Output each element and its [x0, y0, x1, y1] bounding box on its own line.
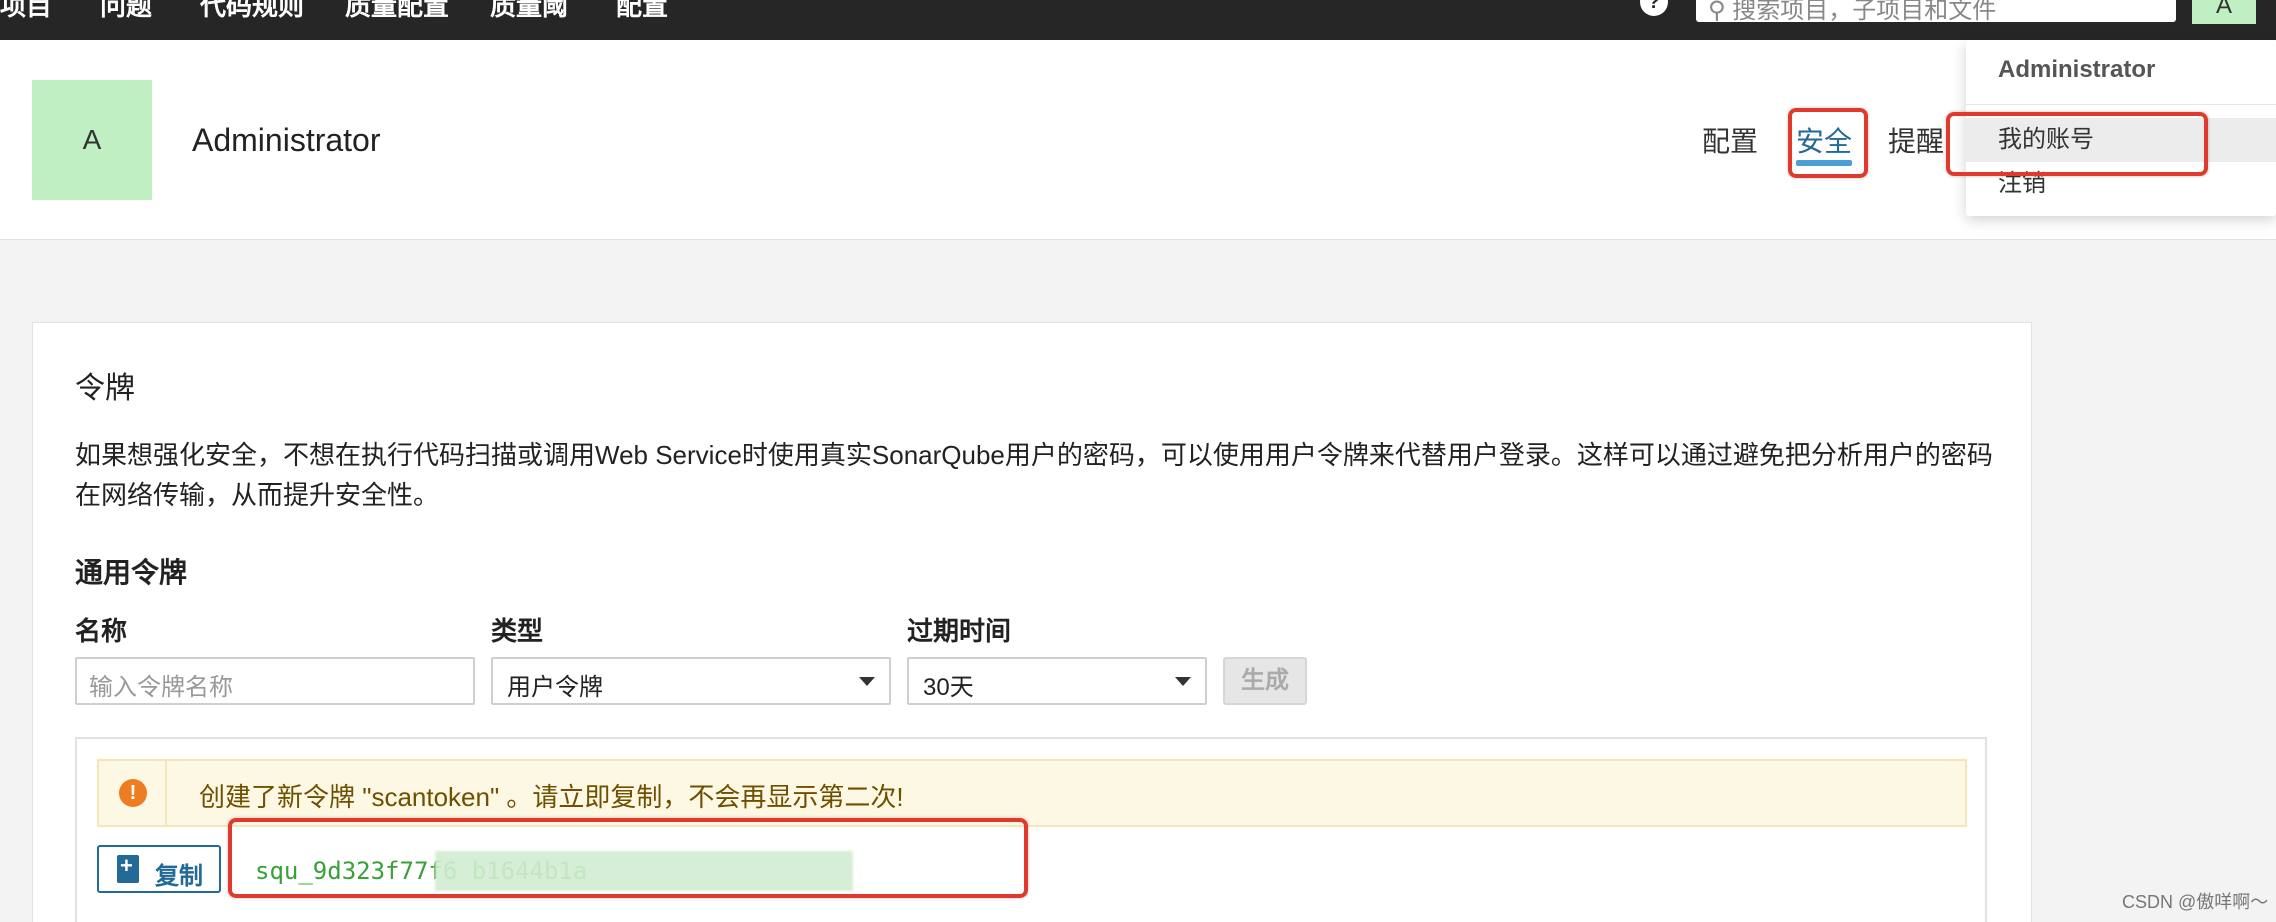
- chevron-down-icon: [859, 677, 875, 686]
- alert-message: 创建了新令牌 "scantoken" 。请立即复制，不会再显示第二次!: [199, 782, 904, 812]
- generate-button[interactable]: 生成: [1223, 657, 1307, 705]
- highlight-token-value: [228, 818, 1028, 898]
- expiry-label: 过期时间: [907, 616, 1012, 646]
- nav-item-projects[interactable]: 项目: [0, 0, 52, 23]
- new-token-alert: ! 创建了新令牌 "scantoken" 。请立即复制，不会再显示第二次!: [97, 759, 1967, 827]
- highlight-my-account: [1946, 112, 2208, 176]
- tab-notifications[interactable]: 提醒: [1888, 120, 1944, 160]
- warning-icon: !: [119, 779, 147, 807]
- type-label: 类型: [491, 616, 544, 646]
- copy-button[interactable]: 复制: [97, 845, 221, 893]
- search-placeholder: 搜索项目，子项目和文件: [1732, 0, 1997, 22]
- card-title: 令牌: [75, 372, 135, 405]
- global-search-input[interactable]: ⚲ 搜索项目，子项目和文件: [1696, 0, 2176, 22]
- nav-item-administration[interactable]: 配置: [616, 0, 668, 23]
- top-nav-bar: 项目 问题 代码规则 质量配置 质量阈 配置 ? ⚲ 搜索项目，子项目和文件 A: [0, 0, 2276, 40]
- tokens-description: 如果想强化安全，不想在执行代码扫描或调用Web Service时使用真实Sona…: [75, 440, 1993, 510]
- account-name: Administrator: [192, 122, 381, 158]
- watermark: CSDN @傲咩啊～: [2122, 892, 2269, 912]
- nav-item-rules[interactable]: 代码规则: [200, 0, 304, 23]
- search-icon: ⚲: [1708, 0, 1733, 22]
- token-name-input[interactable]: 输入令牌名称: [75, 657, 475, 705]
- nav-item-quality-profiles[interactable]: 质量配置: [345, 0, 449, 23]
- alert-icon-column: !: [99, 761, 167, 825]
- token-type-value: 用户令牌: [507, 674, 603, 701]
- nav-item-quality-gates[interactable]: 质量阈: [490, 0, 568, 23]
- dropdown-divider: [1966, 104, 2276, 105]
- avatar: A: [32, 80, 152, 200]
- expiry-value: 30天: [923, 674, 974, 701]
- name-label: 名称: [75, 616, 128, 646]
- account-header: A Administrator 配置 安全 提醒: [0, 40, 2276, 240]
- dropdown-title: Administrator: [1998, 56, 2156, 83]
- tab-profile[interactable]: 配置: [1702, 120, 1758, 160]
- help-icon[interactable]: ?: [1640, 0, 1668, 16]
- nav-item-issues[interactable]: 问题: [100, 0, 152, 23]
- highlight-security-tab: [1788, 108, 1868, 178]
- clipboard-icon: [117, 853, 139, 883]
- section-title: 通用令牌: [75, 557, 188, 588]
- user-avatar-button[interactable]: A: [2192, 0, 2256, 24]
- expiry-select[interactable]: 30天: [907, 657, 1207, 705]
- chevron-down-icon: [1175, 677, 1191, 686]
- token-type-select[interactable]: 用户令牌: [491, 657, 891, 705]
- copy-label: 复制: [155, 863, 203, 890]
- token-name-placeholder: 输入令牌名称: [89, 674, 233, 701]
